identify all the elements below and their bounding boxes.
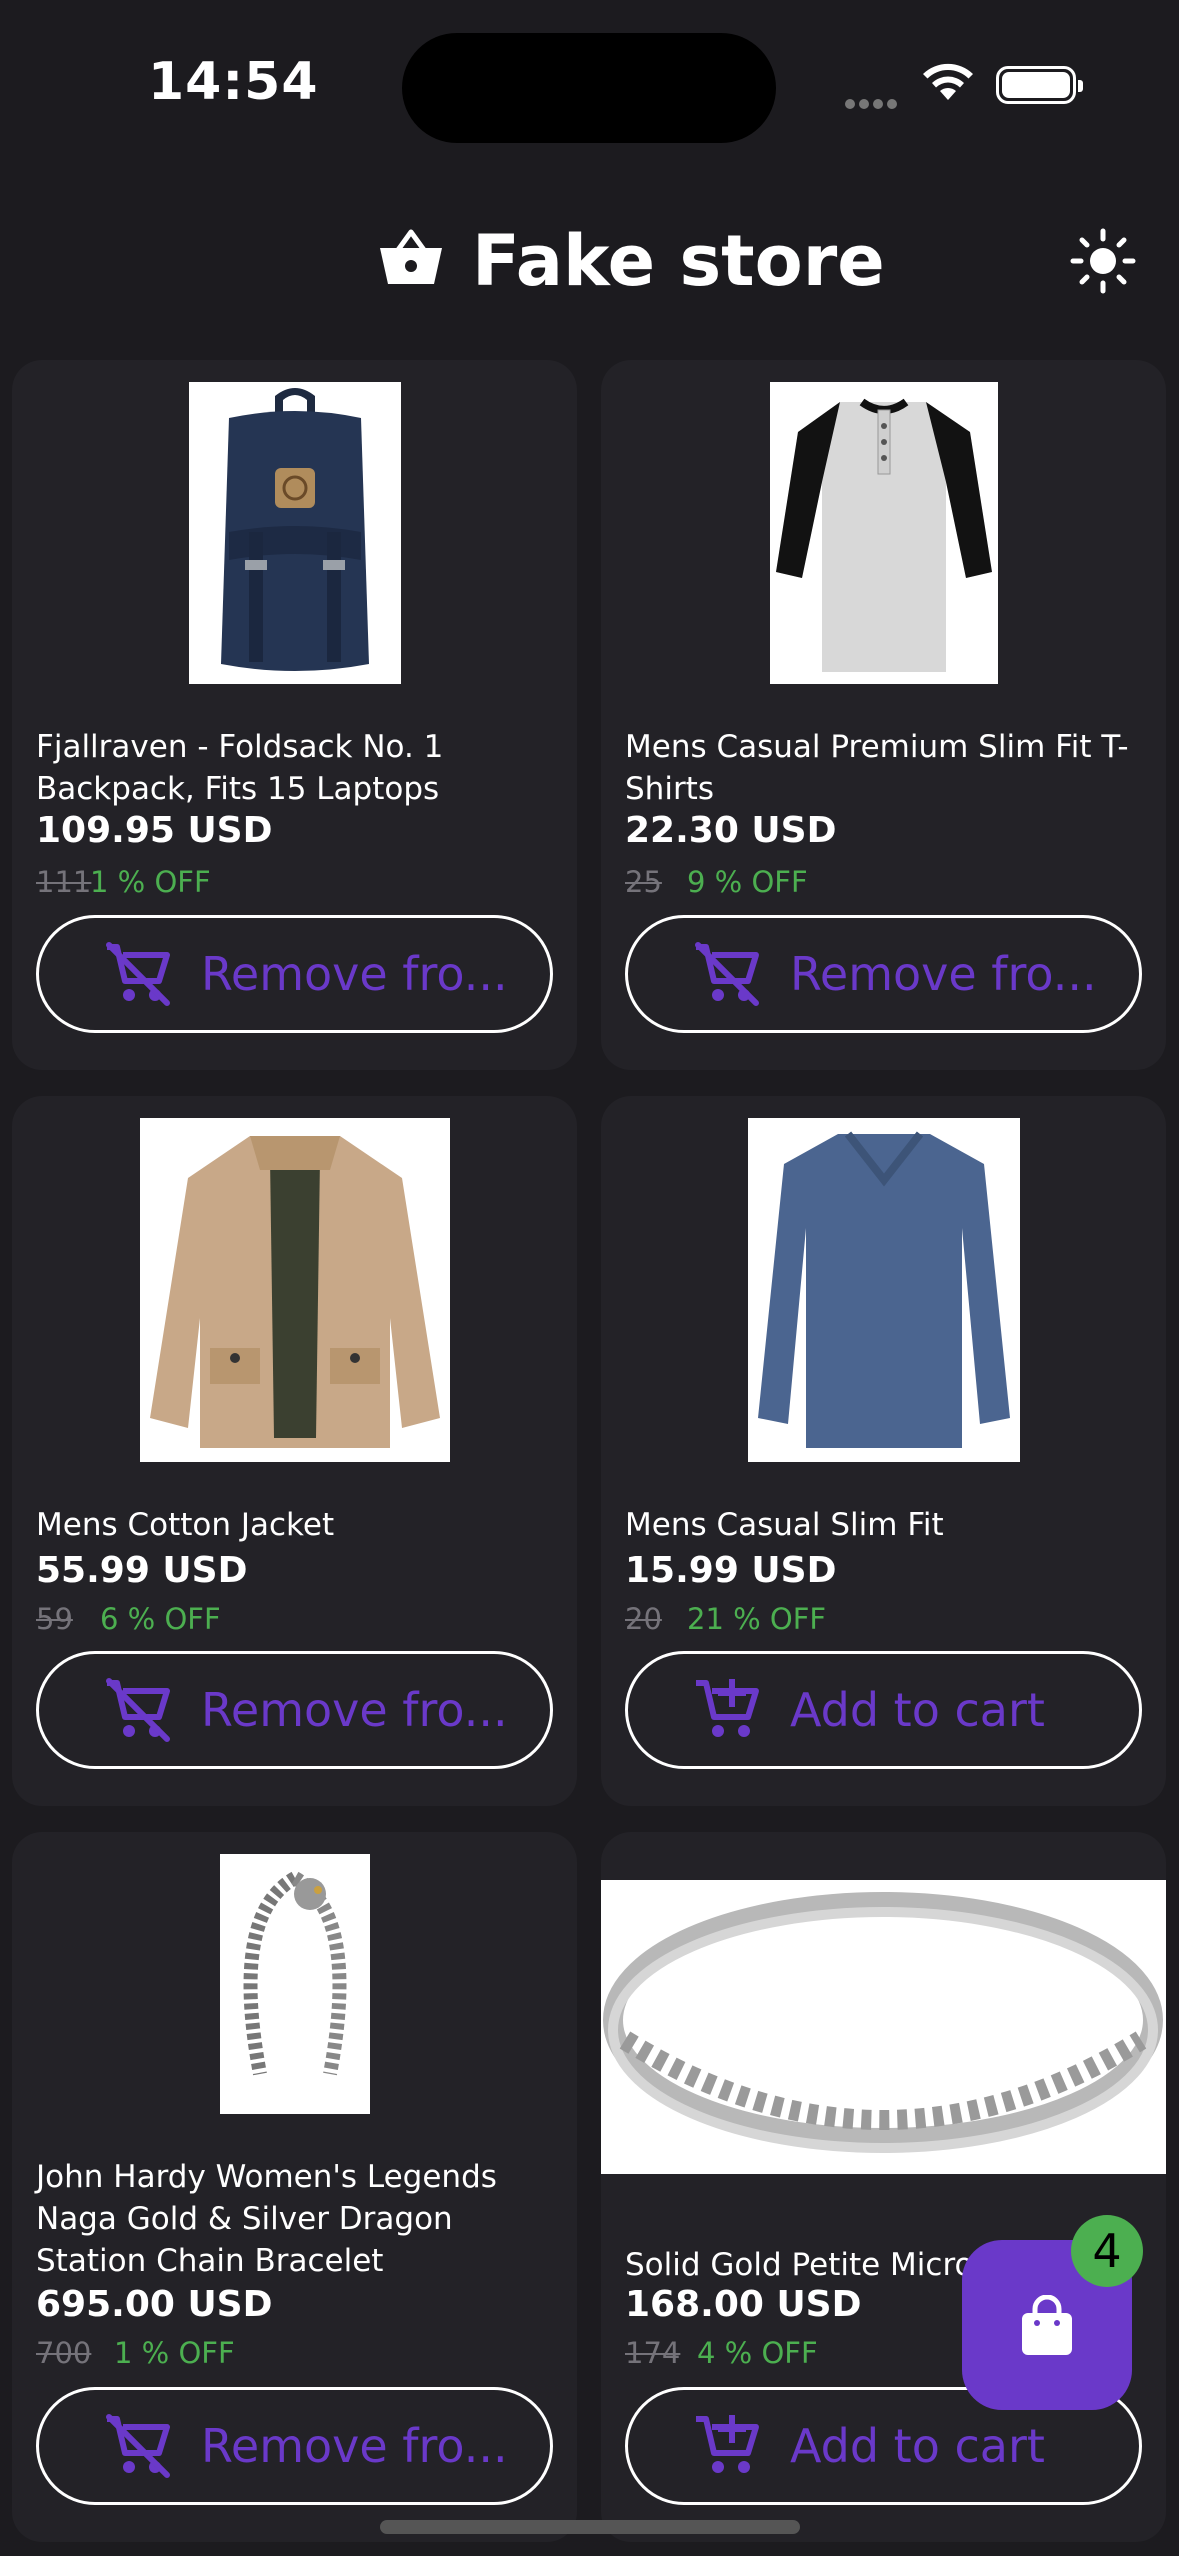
product-price: 22.30 USD xyxy=(625,810,837,851)
discount-label: 1 % OFF xyxy=(90,865,211,899)
discount-label: 9 % OFF xyxy=(687,865,808,899)
button-label: Remove fro... xyxy=(201,2419,508,2473)
remove-cart-icon xyxy=(103,2413,173,2479)
product-name: Mens Cotton Jacket xyxy=(36,1507,335,1543)
button-label: Remove fro... xyxy=(201,1683,508,1737)
remove-cart-icon xyxy=(103,941,173,1007)
add-cart-icon xyxy=(692,2413,762,2479)
original-price: 700 xyxy=(36,2336,92,2370)
app-title: Fake store xyxy=(472,220,885,302)
button-label: Remove fro... xyxy=(201,947,508,1001)
original-price: 111 xyxy=(36,865,92,899)
product-card[interactable]: Solid Gold Petite Micro 168.00 USD 174 4… xyxy=(601,1832,1166,2542)
original-price: 20 xyxy=(625,1602,662,1636)
wifi-icon xyxy=(920,60,976,106)
product-price: 695.00 USD xyxy=(36,2284,273,2325)
status-time: 14:54 xyxy=(148,52,319,112)
product-name: Mens Casual Slim Fit xyxy=(625,1507,944,1543)
remove-from-cart-button[interactable]: Remove fro... xyxy=(36,915,553,1033)
button-label: Remove fro... xyxy=(790,947,1097,1001)
shopping-bag-icon xyxy=(1018,2294,1076,2361)
product-price: 168.00 USD xyxy=(625,2284,862,2325)
discount-label: 6 % OFF xyxy=(100,1602,221,1636)
button-label: Add to cart xyxy=(790,1683,1045,1737)
basket-icon xyxy=(378,228,444,290)
dynamic-island xyxy=(402,33,776,143)
cellular-signal-icon xyxy=(845,94,901,113)
remove-from-cart-button[interactable]: Remove fro... xyxy=(36,2387,553,2505)
remove-cart-icon xyxy=(103,1677,173,1743)
remove-from-cart-button[interactable]: Remove fro... xyxy=(36,1651,553,1769)
product-name: Fjallraven - Foldsack No. 1 Backpack, Fi… xyxy=(36,729,444,807)
product-card[interactable]: Mens Casual Premium Slim Fit T-Shirts 22… xyxy=(601,360,1166,1070)
remove-cart-icon xyxy=(692,941,762,1007)
original-price: 59 xyxy=(36,1602,73,1636)
product-image-tshirt xyxy=(770,382,998,688)
home-indicator[interactable] xyxy=(380,2520,800,2534)
sun-icon[interactable] xyxy=(1070,228,1136,298)
product-image-longsleeve xyxy=(748,1118,1020,1466)
product-price: 15.99 USD xyxy=(625,1550,837,1591)
remove-from-cart-button[interactable]: Remove fro... xyxy=(625,915,1142,1033)
discount-label: 21 % OFF xyxy=(687,1602,827,1636)
original-price: 25 xyxy=(625,865,662,899)
app-header: Fake store xyxy=(0,190,1179,330)
product-name: John Hardy Women's Legends Naga Gold & S… xyxy=(36,2159,497,2279)
cart-count-badge: 4 xyxy=(1071,2215,1143,2287)
add-to-cart-button[interactable]: Add to cart xyxy=(625,1651,1142,1769)
original-price: 174 xyxy=(625,2336,681,2370)
product-image-ring xyxy=(601,1880,1166,2178)
product-image-bracelet xyxy=(220,1854,370,2118)
add-cart-icon xyxy=(692,1677,762,1743)
product-card[interactable]: Mens Casual Slim Fit 15.99 USD 20 21 % O… xyxy=(601,1096,1166,1806)
product-price: 55.99 USD xyxy=(36,1550,248,1591)
product-image-jacket xyxy=(140,1118,450,1466)
discount-label: 4 % OFF xyxy=(697,2336,818,2370)
product-card[interactable]: Fjallraven - Foldsack No. 1 Backpack, Fi… xyxy=(12,360,577,1070)
battery-icon xyxy=(996,66,1083,104)
product-card[interactable]: Mens Cotton Jacket 55.99 USD 59 6 % OFF … xyxy=(12,1096,577,1806)
product-image-backpack xyxy=(189,382,401,688)
product-card[interactable]: John Hardy Women's Legends Naga Gold & S… xyxy=(12,1832,577,2542)
discount-label: 1 % OFF xyxy=(114,2336,235,2370)
product-name: Mens Casual Premium Slim Fit T-Shirts xyxy=(625,729,1129,807)
status-bar: 14:54 xyxy=(0,0,1179,170)
product-price: 109.95 USD xyxy=(36,810,273,851)
button-label: Add to cart xyxy=(790,2419,1045,2473)
